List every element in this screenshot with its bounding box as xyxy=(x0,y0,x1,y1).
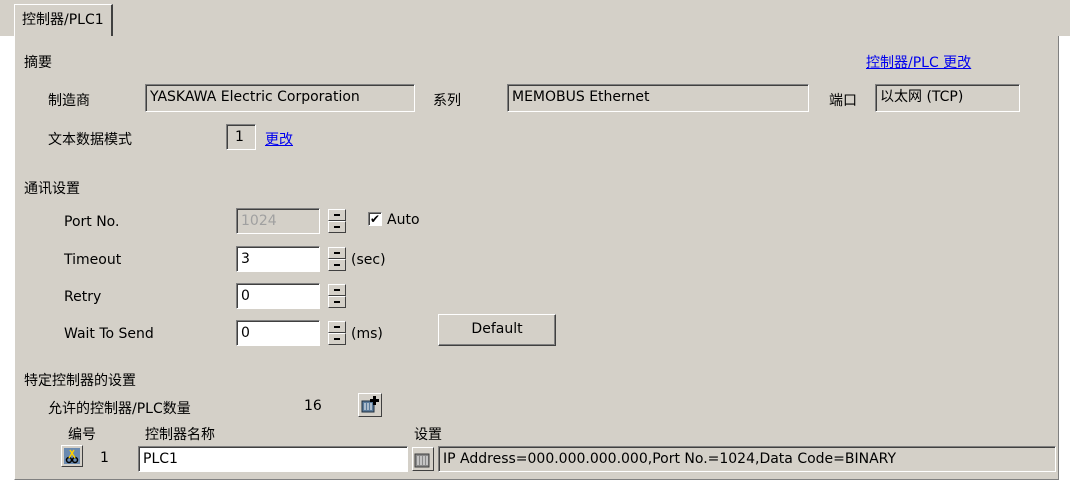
retry-label: Retry xyxy=(64,289,102,305)
device-heading: 特定控制器的设置 xyxy=(24,373,136,389)
retry-stepper[interactable] xyxy=(328,284,346,308)
device-row-number: 1 xyxy=(100,450,109,466)
stepper-up-icon[interactable] xyxy=(328,247,346,259)
device-name-input[interactable]: PLC1 xyxy=(138,446,408,472)
timeout-input[interactable]: 3 xyxy=(236,246,320,272)
auto-label: Auto xyxy=(387,212,420,228)
manufacturer-value: YASKAWA Electric Corporation xyxy=(145,84,415,112)
timeout-label: Timeout xyxy=(64,252,122,268)
comm-heading: 通讯设置 xyxy=(24,181,80,197)
add-device-icon xyxy=(361,396,379,413)
plc-change-link[interactable]: 控制器/PLC 更改 xyxy=(866,52,971,72)
retry-input[interactable]: 0 xyxy=(236,283,320,309)
port-no-stepper[interactable] xyxy=(328,209,346,233)
text-mode-value: 1 xyxy=(226,124,256,150)
stepper-up-icon[interactable] xyxy=(328,284,346,296)
tab-plc1[interactable]: 控制器/PLC1 xyxy=(14,4,113,36)
wait-label: Wait To Send xyxy=(64,326,154,342)
series-value: MEMOBUS Ethernet xyxy=(507,84,809,112)
port-value: 以太网 (TCP) xyxy=(875,84,1020,112)
series-label: 系列 xyxy=(433,93,461,109)
device-settings-button[interactable] xyxy=(412,447,434,471)
timeout-unit: (sec) xyxy=(351,252,386,268)
port-no-label: Port No. xyxy=(64,214,120,230)
allowed-plc-count: 16 xyxy=(304,398,322,414)
timeout-stepper[interactable] xyxy=(328,247,346,271)
stepper-down-icon[interactable] xyxy=(328,259,346,271)
text-mode-label: 文本数据模式 xyxy=(48,132,132,148)
port-no-input[interactable]: 1024 xyxy=(236,208,320,234)
tab-plc1-label: 控制器/PLC1 xyxy=(22,12,104,28)
delete-device-button[interactable] xyxy=(61,445,83,467)
default-button[interactable]: Default xyxy=(438,314,556,346)
col-settings-header: 设置 xyxy=(414,427,442,443)
auto-checkbox[interactable]: ✔ xyxy=(368,212,382,226)
stepper-down-icon[interactable] xyxy=(328,333,346,345)
col-name-header: 控制器名称 xyxy=(145,427,215,443)
device-settings-value: IP Address=000.000.000.000,Port No.=1024… xyxy=(438,446,1056,472)
settings-icon xyxy=(414,453,430,468)
stepper-up-icon[interactable] xyxy=(328,321,346,333)
tab-strip: 控制器/PLC1 xyxy=(0,0,1070,36)
text-mode-change-link[interactable]: 更改 xyxy=(265,129,293,149)
stepper-up-icon[interactable] xyxy=(328,209,346,221)
allowed-plc-label: 允许的控制器/PLC数量 xyxy=(48,401,191,417)
port-label: 端口 xyxy=(829,93,857,109)
stepper-down-icon[interactable] xyxy=(328,221,346,233)
stepper-down-icon[interactable] xyxy=(328,296,346,308)
wait-unit: (ms) xyxy=(351,326,383,342)
summary-heading: 摘要 xyxy=(24,55,52,71)
col-number-header: 编号 xyxy=(68,427,96,443)
delete-icon xyxy=(64,448,80,464)
wait-stepper[interactable] xyxy=(328,321,346,345)
check-icon: ✔ xyxy=(369,212,381,226)
manufacturer-label: 制造商 xyxy=(48,93,90,109)
wait-input[interactable]: 0 xyxy=(236,320,320,346)
add-device-button[interactable] xyxy=(358,393,382,417)
